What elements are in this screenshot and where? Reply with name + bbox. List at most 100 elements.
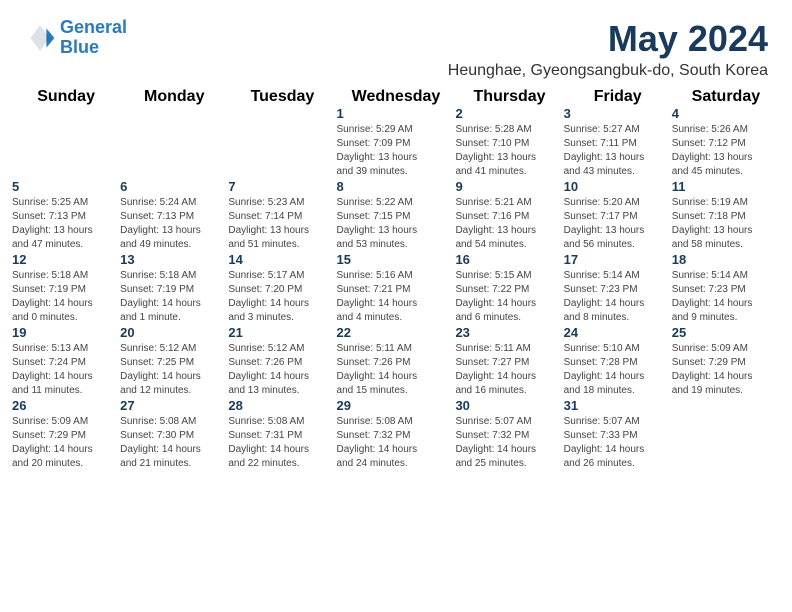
col-header-tuesday: Tuesday (228, 88, 336, 106)
day-info: Sunrise: 5:16 AMSunset: 7:21 PMDaylight:… (337, 269, 456, 325)
day-info: Sunrise: 5:27 AMSunset: 7:11 PMDaylight:… (564, 123, 672, 179)
title-block: May 2024 Heunghae, Gyeongsangbuk-do, Sou… (448, 18, 768, 80)
logo: General Blue (24, 18, 127, 58)
calendar-wrapper: SundayMondayTuesdayWednesdayThursdayFrid… (0, 88, 792, 483)
day-info: Sunrise: 5:17 AMSunset: 7:20 PMDaylight:… (228, 269, 336, 325)
calendar-cell: 17 Sunrise: 5:14 AMSunset: 7:23 PMDayligh… (564, 252, 672, 325)
day-number: 9 (455, 179, 563, 194)
day-number: 26 (12, 398, 120, 413)
location-subtitle: Heunghae, Gyeongsangbuk-do, South Korea (448, 62, 768, 80)
day-info: Sunrise: 5:20 AMSunset: 7:17 PMDaylight:… (564, 196, 672, 252)
calendar-cell: 12 Sunrise: 5:18 AMSunset: 7:19 PMDayligh… (12, 252, 120, 325)
day-number: 28 (228, 398, 336, 413)
day-info: Sunrise: 5:07 AMSunset: 7:33 PMDaylight:… (564, 415, 672, 471)
calendar-cell: 21Sunrise: 5:12 AMSunset: 7:26 PMDayligh… (228, 325, 336, 398)
calendar-cell: 18 Sunrise: 5:14 AMSunset: 7:23 PMDayligh… (672, 252, 780, 325)
calendar-cell: 16 Sunrise: 5:15 AMSunset: 7:22 PMDayligh… (455, 252, 563, 325)
day-info: Sunrise: 5:14 AMSunset: 7:23 PMDaylight:… (672, 269, 780, 325)
calendar-cell: 28 Sunrise: 5:08 AMSunset: 7:31 PMDayligh… (228, 398, 336, 471)
day-info: Sunrise: 5:12 AMSunset: 7:26 PMDaylight:… (228, 342, 336, 398)
calendar-cell: 1Sunrise: 5:29 AMSunset: 7:09 PMDaylight… (337, 106, 456, 179)
day-number: 23 (455, 325, 563, 340)
calendar-cell: 15 Sunrise: 5:16 AMSunset: 7:21 PMDayligh… (337, 252, 456, 325)
day-number: 29 (337, 398, 456, 413)
calendar-cell (672, 398, 780, 471)
day-number: 15 (337, 252, 456, 267)
day-number: 27 (120, 398, 228, 413)
day-number: 17 (564, 252, 672, 267)
calendar-cell: 19 Sunrise: 5:13 AMSunset: 7:24 PMDayligh… (12, 325, 120, 398)
day-info: Sunrise: 5:18 AMSunset: 7:19 PMDaylight:… (12, 269, 120, 325)
day-info: Sunrise: 5:08 AMSunset: 7:30 PMDaylight:… (120, 415, 228, 471)
day-info: Sunrise: 5:12 AMSunset: 7:25 PMDaylight:… (120, 342, 228, 398)
calendar-week-1: 1Sunrise: 5:29 AMSunset: 7:09 PMDaylight… (12, 106, 780, 179)
calendar-cell: 3 Sunrise: 5:27 AMSunset: 7:11 PMDaylight… (564, 106, 672, 179)
calendar-week-3: 12Sunrise: 5:18 AMSunset: 7:19 PMDayligh… (12, 252, 780, 325)
calendar-cell: 2Sunrise: 5:28 AMSunset: 7:10 PMDaylight… (455, 106, 563, 179)
day-info: Sunrise: 5:28 AMSunset: 7:10 PMDaylight:… (455, 123, 563, 179)
calendar-cell: 20 Sunrise: 5:12 AMSunset: 7:25 PMDayligh… (120, 325, 228, 398)
day-number: 7 (228, 179, 336, 194)
day-info: Sunrise: 5:11 AMSunset: 7:26 PMDaylight:… (337, 342, 456, 398)
logo-text: General Blue (60, 18, 127, 58)
day-number: 20 (120, 325, 228, 340)
calendar-cell: 31 Sunrise: 5:07 AMSunset: 7:33 PMDayligh… (564, 398, 672, 471)
calendar-cell: 23 Sunrise: 5:11 AMSunset: 7:27 PMDayligh… (455, 325, 563, 398)
col-header-friday: Friday (564, 88, 672, 106)
day-info: Sunrise: 5:13 AMSunset: 7:24 PMDaylight:… (12, 342, 120, 398)
day-number: 31 (564, 398, 672, 413)
day-info: Sunrise: 5:19 AMSunset: 7:18 PMDaylight:… (672, 196, 780, 252)
calendar-cell: 11 Sunrise: 5:19 AMSunset: 7:18 PMDayligh… (672, 179, 780, 252)
day-info: Sunrise: 5:11 AMSunset: 7:27 PMDaylight:… (455, 342, 563, 398)
day-info: Sunrise: 5:24 AMSunset: 7:13 PMDaylight:… (120, 196, 228, 252)
day-info: Sunrise: 5:09 AMSunset: 7:29 PMDaylight:… (672, 342, 780, 398)
day-info: Sunrise: 5:09 AMSunset: 7:29 PMDaylight:… (12, 415, 120, 471)
day-number: 3 (564, 106, 672, 121)
day-number: 12 (12, 252, 120, 267)
calendar-header-row: SundayMondayTuesdayWednesdayThursdayFrid… (12, 88, 780, 106)
day-info: Sunrise: 5:25 AMSunset: 7:13 PMDaylight:… (12, 196, 120, 252)
calendar-cell: 10 Sunrise: 5:20 AMSunset: 7:17 PMDayligh… (564, 179, 672, 252)
calendar-cell: 25 Sunrise: 5:09 AMSunset: 7:29 PMDayligh… (672, 325, 780, 398)
month-title: May 2024 (448, 18, 768, 60)
day-info: Sunrise: 5:15 AMSunset: 7:22 PMDaylight:… (455, 269, 563, 325)
calendar-table: SundayMondayTuesdayWednesdayThursdayFrid… (12, 88, 780, 471)
day-number: 18 (672, 252, 780, 267)
day-number: 16 (455, 252, 563, 267)
calendar-week-4: 19 Sunrise: 5:13 AMSunset: 7:24 PMDayligh… (12, 325, 780, 398)
day-info: Sunrise: 5:08 AMSunset: 7:31 PMDaylight:… (228, 415, 336, 471)
page-container: General Blue May 2024 Heunghae, Gyeongsa… (0, 0, 792, 483)
calendar-cell: 13Sunrise: 5:18 AMSunset: 7:19 PMDayligh… (120, 252, 228, 325)
col-header-thursday: Thursday (455, 88, 563, 106)
day-number: 11 (672, 179, 780, 194)
calendar-cell: 5 Sunrise: 5:25 AMSunset: 7:13 PMDaylight… (12, 179, 120, 252)
day-number: 24 (564, 325, 672, 340)
day-info: Sunrise: 5:18 AMSunset: 7:19 PMDaylight:… (120, 269, 228, 325)
day-number: 10 (564, 179, 672, 194)
calendar-cell (120, 106, 228, 179)
calendar-cell: 9Sunrise: 5:21 AMSunset: 7:16 PMDaylight… (455, 179, 563, 252)
calendar-cell: 8 Sunrise: 5:22 AMSunset: 7:15 PMDaylight… (337, 179, 456, 252)
day-number: 14 (228, 252, 336, 267)
day-number: 25 (672, 325, 780, 340)
calendar-cell (228, 106, 336, 179)
calendar-body: 1Sunrise: 5:29 AMSunset: 7:09 PMDaylight… (12, 106, 780, 471)
day-info: Sunrise: 5:23 AMSunset: 7:14 PMDaylight:… (228, 196, 336, 252)
day-number: 5 (12, 179, 120, 194)
col-header-wednesday: Wednesday (337, 88, 456, 106)
day-number: 8 (337, 179, 456, 194)
calendar-cell: 22Sunrise: 5:11 AMSunset: 7:26 PMDayligh… (337, 325, 456, 398)
calendar-cell: 27 Sunrise: 5:08 AMSunset: 7:30 PMDayligh… (120, 398, 228, 471)
day-info: Sunrise: 5:22 AMSunset: 7:15 PMDaylight:… (337, 196, 456, 252)
day-info: Sunrise: 5:14 AMSunset: 7:23 PMDaylight:… (564, 269, 672, 325)
day-number: 19 (12, 325, 120, 340)
col-header-saturday: Saturday (672, 88, 780, 106)
day-number: 1 (337, 106, 456, 121)
calendar-week-2: 5 Sunrise: 5:25 AMSunset: 7:13 PMDaylight… (12, 179, 780, 252)
day-info: Sunrise: 5:26 AMSunset: 7:12 PMDaylight:… (672, 123, 780, 179)
calendar-cell: 26 Sunrise: 5:09 AMSunset: 7:29 PMDayligh… (12, 398, 120, 471)
calendar-cell: 24Sunrise: 5:10 AMSunset: 7:28 PMDayligh… (564, 325, 672, 398)
logo-icon (24, 22, 56, 54)
day-number: 4 (672, 106, 780, 121)
calendar-week-5: 26 Sunrise: 5:09 AMSunset: 7:29 PMDayligh… (12, 398, 780, 471)
